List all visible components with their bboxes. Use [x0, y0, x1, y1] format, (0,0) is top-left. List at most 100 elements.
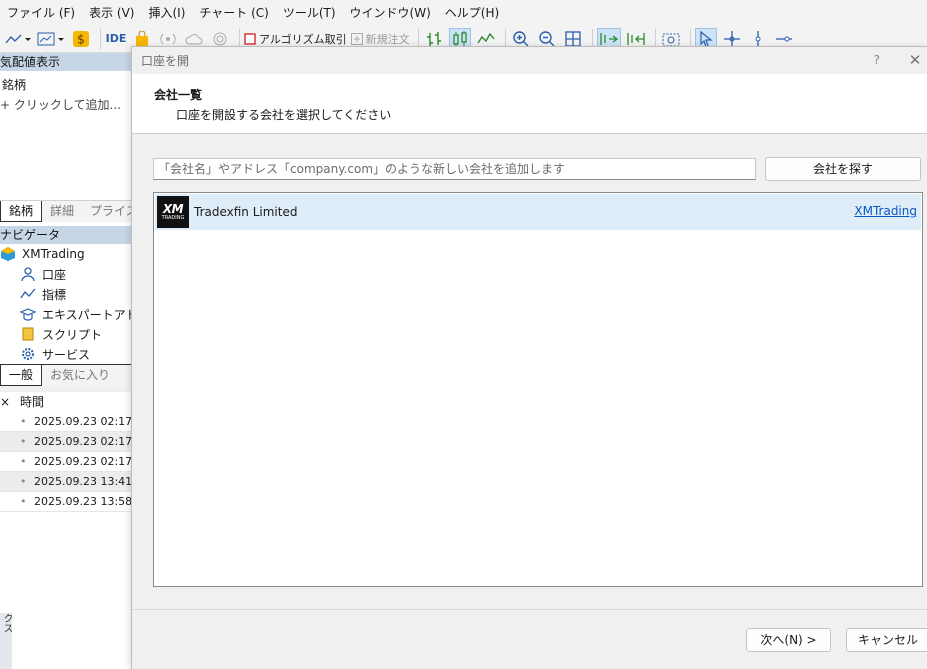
journal-row[interactable]: 2025.09.23 02:17:03	[0, 412, 131, 432]
menu-help[interactable]: ヘルプ(H)	[442, 4, 510, 21]
market-watch-title: 気配値表示	[0, 53, 131, 71]
tab-general[interactable]: 一般	[0, 365, 43, 386]
bag-icon	[136, 30, 148, 46]
line-chart-dropdown[interactable]	[4, 28, 32, 50]
journal-close-icon[interactable]: ×	[0, 392, 10, 412]
dialog-titlebar: 口座を開 ? ✕	[132, 47, 927, 74]
vertical-line-icon	[755, 30, 761, 47]
toolbox-side-label[interactable]: ツールボックス	[0, 613, 12, 669]
navigator-item-experts[interactable]: エキスパートアドバイザ	[0, 304, 131, 324]
accounts-icon	[20, 266, 36, 282]
tab-details[interactable]: 詳細	[42, 201, 82, 222]
cancel-button[interactable]: キャンセル	[846, 628, 927, 652]
xm-logo-icon: XM TRADING	[157, 196, 189, 228]
indicators-label: 指標	[42, 287, 67, 302]
journal-time: 2025.09.23 02:17:03	[34, 455, 131, 468]
broker-name: XMTrading	[22, 247, 85, 261]
camera-icon	[662, 33, 680, 46]
gear-icon	[20, 346, 36, 362]
company-list: XM TRADING Tradexfin Limited XMTrading	[153, 192, 923, 587]
journal-row[interactable]: 2025.09.23 13:58:43	[0, 492, 131, 512]
market-watch-add-symbol[interactable]: + クリックして追加...	[0, 95, 131, 115]
menu-bar: ファイル (F) 表示 (V) 挿入(I) チャート (C) ツール(T) ウイ…	[0, 0, 927, 25]
services-label: サービス	[42, 347, 91, 362]
stop-icon	[244, 32, 256, 45]
zoom-out-icon	[538, 30, 555, 46]
horizontal-line-icon	[775, 36, 792, 41]
cursor-icon	[700, 30, 713, 48]
plus-box-icon	[350, 32, 363, 45]
left-panel: 気配値表示 銘柄 + クリックして追加... 銘柄 詳細 プライス ナビゲータ …	[0, 53, 131, 669]
menu-chart[interactable]: チャート (C)	[196, 4, 279, 21]
scripts-label: スクリプト	[42, 327, 103, 342]
dialog-subheading: 口座を開設する会社を選択してください	[176, 108, 392, 122]
journal-time: 2025.09.23 02:17:03	[34, 415, 131, 428]
chart-template-dropdown[interactable]	[36, 28, 66, 50]
indicators-icon	[20, 286, 36, 302]
tab-symbols[interactable]: 銘柄	[0, 201, 43, 222]
navigator-item-services[interactable]: サービス	[0, 344, 131, 364]
journal-row[interactable]: 2025.09.23 02:17:03	[0, 452, 131, 472]
navigator-item-indicators[interactable]: 指標	[0, 284, 131, 304]
market-watch-empty-area	[0, 115, 131, 200]
market-watch-tabs: 銘柄 詳細 プライス	[0, 200, 131, 222]
toolbox-side-text: ツールボックス	[1, 613, 12, 633]
graduation-cap-icon	[20, 306, 36, 322]
dollar-icon: $	[73, 30, 89, 47]
tab-prices[interactable]: プライス	[82, 201, 131, 222]
navigator-item-accounts[interactable]: 口座	[0, 264, 131, 284]
dialog-heading: 会社一覧	[154, 88, 203, 102]
line-icon	[477, 32, 495, 43]
help-icon[interactable]: ?	[874, 53, 880, 67]
menu-insert[interactable]: 挿入(I)	[145, 4, 196, 21]
xm-broker-icon	[0, 246, 16, 262]
accounts-label: 口座	[42, 267, 67, 282]
journal-row[interactable]: 2025.09.23 02:17:03	[0, 432, 131, 452]
script-icon	[20, 326, 36, 342]
journal-time: 2025.09.23 02:17:03	[34, 435, 131, 448]
company-search-input[interactable]	[153, 158, 756, 180]
menu-file[interactable]: ファイル (F)	[4, 4, 86, 21]
signal-icon	[160, 33, 176, 44]
menu-window[interactable]: ウインドウ(W)	[347, 4, 442, 21]
ide-button[interactable]: IDE	[105, 28, 127, 50]
journal-row[interactable]: 2025.09.23 13:41:09	[0, 472, 131, 492]
toolbar-separator	[100, 28, 101, 49]
company-row[interactable]: XM TRADING Tradexfin Limited XMTrading	[155, 194, 921, 230]
add-hint-text: + クリックして追加...	[0, 98, 121, 112]
next-button[interactable]: 次へ(N) >	[746, 628, 831, 652]
ide-label: IDE	[105, 32, 127, 45]
candlestick-icon	[453, 30, 467, 47]
auto-scroll-icon	[600, 32, 618, 45]
menu-view[interactable]: 表示 (V)	[86, 4, 145, 21]
logo-subtext: TRADING	[161, 215, 185, 221]
crosshair-icon	[723, 30, 740, 47]
grid-icon	[565, 30, 581, 47]
open-account-dialog: 口座を開 ? ✕ 会社一覧 口座を開設する会社を選択してください 会社を探す X…	[131, 46, 927, 669]
new-order-label: 新規注文	[365, 32, 410, 46]
company-link[interactable]: XMTrading	[854, 204, 917, 218]
chart-shift-icon	[627, 32, 645, 45]
navigator-broker[interactable]: XMTrading	[0, 244, 131, 264]
navigator-tabs: 一般 お気に入り	[0, 364, 131, 386]
dialog-title: 口座を開	[141, 54, 190, 68]
market-button[interactable]: $	[70, 28, 92, 50]
journal-header: × 時間	[0, 392, 131, 412]
dialog-header: 会社一覧 口座を開設する会社を選択してください	[132, 74, 927, 134]
menu-tools[interactable]: ツール(T)	[280, 4, 347, 21]
svg-text:$: $	[77, 32, 85, 46]
navigator-item-scripts[interactable]: スクリプト	[0, 324, 131, 344]
close-icon[interactable]: ✕	[905, 50, 925, 70]
experts-label: エキスパートアドバイザ	[42, 307, 131, 322]
find-company-button[interactable]: 会社を探す	[765, 157, 921, 181]
tab-favorites[interactable]: お気に入り	[42, 365, 118, 386]
line-chart-icon	[5, 34, 31, 43]
bar-chart-icon	[426, 31, 441, 46]
chart-template-icon	[37, 32, 64, 45]
journal-time: 2025.09.23 13:58:43	[34, 495, 131, 508]
navigator-title: ナビゲータ	[0, 226, 131, 244]
fingerprint-icon	[213, 32, 227, 45]
algo-trading-label: アルゴリズム取引	[259, 32, 347, 46]
market-watch-symbol-header: 銘柄	[2, 78, 27, 92]
journal-time: 2025.09.23 13:41:09	[34, 475, 131, 488]
